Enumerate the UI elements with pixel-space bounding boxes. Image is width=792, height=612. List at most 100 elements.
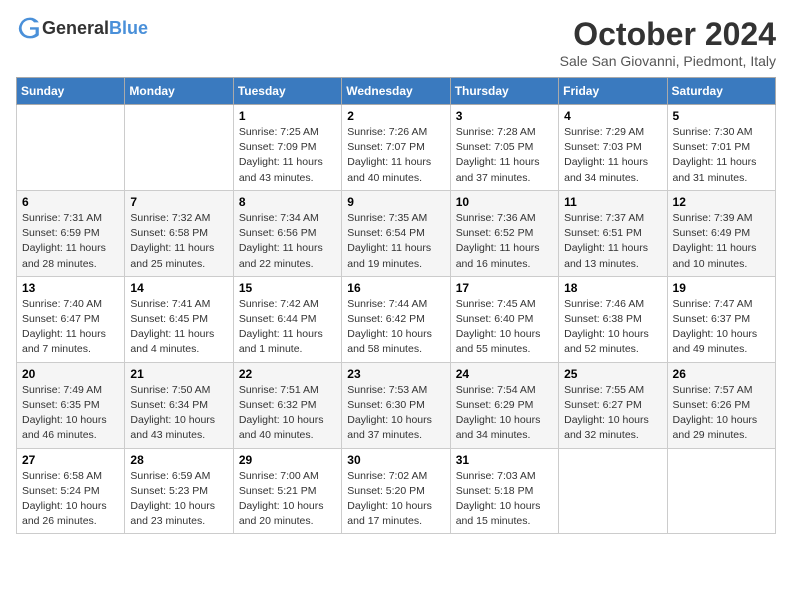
day-info: Sunrise: 7:32 AMSunset: 6:58 PMDaylight:… (130, 212, 214, 270)
weekday-header-row: SundayMondayTuesdayWednesdayThursdayFrid… (17, 78, 776, 105)
day-number: 5 (673, 109, 770, 123)
calendar-day-cell: 12 Sunrise: 7:39 AMSunset: 6:49 PMDaylig… (667, 190, 775, 276)
day-info: Sunrise: 7:54 AMSunset: 6:29 PMDaylight:… (456, 384, 541, 442)
page-header: GeneralBlue October 2024 Sale San Giovan… (16, 16, 776, 69)
calendar-day-cell: 30 Sunrise: 7:02 AMSunset: 5:20 PMDaylig… (342, 448, 450, 534)
day-info: Sunrise: 7:44 AMSunset: 6:42 PMDaylight:… (347, 298, 432, 356)
day-number: 3 (456, 109, 553, 123)
calendar-day-cell: 26 Sunrise: 7:57 AMSunset: 6:26 PMDaylig… (667, 362, 775, 448)
day-info: Sunrise: 7:25 AMSunset: 7:09 PMDaylight:… (239, 126, 323, 184)
day-number: 31 (456, 453, 553, 467)
logo-icon (18, 16, 42, 40)
day-number: 13 (22, 281, 119, 295)
calendar-week-row: 20 Sunrise: 7:49 AMSunset: 6:35 PMDaylig… (17, 362, 776, 448)
calendar-day-cell: 14 Sunrise: 7:41 AMSunset: 6:45 PMDaylig… (125, 276, 233, 362)
day-info: Sunrise: 7:57 AMSunset: 6:26 PMDaylight:… (673, 384, 758, 442)
calendar-day-cell: 7 Sunrise: 7:32 AMSunset: 6:58 PMDayligh… (125, 190, 233, 276)
calendar-day-cell: 11 Sunrise: 7:37 AMSunset: 6:51 PMDaylig… (559, 190, 667, 276)
calendar-day-cell: 25 Sunrise: 7:55 AMSunset: 6:27 PMDaylig… (559, 362, 667, 448)
day-info: Sunrise: 7:51 AMSunset: 6:32 PMDaylight:… (239, 384, 324, 442)
calendar-week-row: 27 Sunrise: 6:58 AMSunset: 5:24 PMDaylig… (17, 448, 776, 534)
calendar-day-cell: 21 Sunrise: 7:50 AMSunset: 6:34 PMDaylig… (125, 362, 233, 448)
day-number: 19 (673, 281, 770, 295)
weekday-header: Sunday (17, 78, 125, 105)
calendar-week-row: 13 Sunrise: 7:40 AMSunset: 6:47 PMDaylig… (17, 276, 776, 362)
day-info: Sunrise: 7:37 AMSunset: 6:51 PMDaylight:… (564, 212, 648, 270)
calendar-day-cell: 6 Sunrise: 7:31 AMSunset: 6:59 PMDayligh… (17, 190, 125, 276)
calendar-day-cell: 4 Sunrise: 7:29 AMSunset: 7:03 PMDayligh… (559, 105, 667, 191)
weekday-header: Thursday (450, 78, 558, 105)
calendar-day-cell: 24 Sunrise: 7:54 AMSunset: 6:29 PMDaylig… (450, 362, 558, 448)
day-number: 20 (22, 367, 119, 381)
day-info: Sunrise: 7:41 AMSunset: 6:45 PMDaylight:… (130, 298, 214, 356)
day-info: Sunrise: 7:49 AMSunset: 6:35 PMDaylight:… (22, 384, 107, 442)
day-number: 23 (347, 367, 444, 381)
day-info: Sunrise: 7:03 AMSunset: 5:18 PMDaylight:… (456, 470, 541, 528)
calendar-day-cell: 16 Sunrise: 7:44 AMSunset: 6:42 PMDaylig… (342, 276, 450, 362)
logo-blue-text: Blue (109, 18, 148, 38)
calendar-day-cell: 5 Sunrise: 7:30 AMSunset: 7:01 PMDayligh… (667, 105, 775, 191)
calendar-table: SundayMondayTuesdayWednesdayThursdayFrid… (16, 77, 776, 534)
weekday-header: Saturday (667, 78, 775, 105)
calendar-day-cell: 9 Sunrise: 7:35 AMSunset: 6:54 PMDayligh… (342, 190, 450, 276)
day-number: 11 (564, 195, 661, 209)
day-info: Sunrise: 7:55 AMSunset: 6:27 PMDaylight:… (564, 384, 649, 442)
calendar-day-cell: 17 Sunrise: 7:45 AMSunset: 6:40 PMDaylig… (450, 276, 558, 362)
day-number: 29 (239, 453, 336, 467)
day-info: Sunrise: 7:29 AMSunset: 7:03 PMDaylight:… (564, 126, 648, 184)
month-title: October 2024 (560, 16, 776, 53)
day-number: 30 (347, 453, 444, 467)
calendar-day-cell: 2 Sunrise: 7:26 AMSunset: 7:07 PMDayligh… (342, 105, 450, 191)
day-info: Sunrise: 7:50 AMSunset: 6:34 PMDaylight:… (130, 384, 215, 442)
calendar-week-row: 6 Sunrise: 7:31 AMSunset: 6:59 PMDayligh… (17, 190, 776, 276)
day-number: 18 (564, 281, 661, 295)
calendar-day-cell: 3 Sunrise: 7:28 AMSunset: 7:05 PMDayligh… (450, 105, 558, 191)
calendar-day-cell (17, 105, 125, 191)
calendar-day-cell (559, 448, 667, 534)
day-info: Sunrise: 7:45 AMSunset: 6:40 PMDaylight:… (456, 298, 541, 356)
day-number: 26 (673, 367, 770, 381)
day-number: 2 (347, 109, 444, 123)
day-info: Sunrise: 6:58 AMSunset: 5:24 PMDaylight:… (22, 470, 107, 528)
day-number: 25 (564, 367, 661, 381)
calendar-day-cell (125, 105, 233, 191)
calendar-day-cell: 20 Sunrise: 7:49 AMSunset: 6:35 PMDaylig… (17, 362, 125, 448)
day-number: 15 (239, 281, 336, 295)
calendar-day-cell: 1 Sunrise: 7:25 AMSunset: 7:09 PMDayligh… (233, 105, 341, 191)
weekday-header: Friday (559, 78, 667, 105)
day-number: 24 (456, 367, 553, 381)
day-info: Sunrise: 7:46 AMSunset: 6:38 PMDaylight:… (564, 298, 649, 356)
day-info: Sunrise: 7:31 AMSunset: 6:59 PMDaylight:… (22, 212, 106, 270)
day-number: 7 (130, 195, 227, 209)
day-number: 17 (456, 281, 553, 295)
day-number: 8 (239, 195, 336, 209)
calendar-day-cell: 18 Sunrise: 7:46 AMSunset: 6:38 PMDaylig… (559, 276, 667, 362)
day-number: 1 (239, 109, 336, 123)
logo-general-text: General (42, 18, 109, 38)
day-info: Sunrise: 7:40 AMSunset: 6:47 PMDaylight:… (22, 298, 106, 356)
day-info: Sunrise: 7:34 AMSunset: 6:56 PMDaylight:… (239, 212, 323, 270)
day-number: 4 (564, 109, 661, 123)
day-info: Sunrise: 7:36 AMSunset: 6:52 PMDaylight:… (456, 212, 540, 270)
day-info: Sunrise: 7:39 AMSunset: 6:49 PMDaylight:… (673, 212, 757, 270)
day-info: Sunrise: 7:30 AMSunset: 7:01 PMDaylight:… (673, 126, 757, 184)
weekday-header: Tuesday (233, 78, 341, 105)
calendar-day-cell: 22 Sunrise: 7:51 AMSunset: 6:32 PMDaylig… (233, 362, 341, 448)
day-info: Sunrise: 7:42 AMSunset: 6:44 PMDaylight:… (239, 298, 323, 356)
day-number: 27 (22, 453, 119, 467)
day-number: 22 (239, 367, 336, 381)
day-number: 21 (130, 367, 227, 381)
day-number: 16 (347, 281, 444, 295)
day-info: Sunrise: 7:47 AMSunset: 6:37 PMDaylight:… (673, 298, 758, 356)
calendar-day-cell: 10 Sunrise: 7:36 AMSunset: 6:52 PMDaylig… (450, 190, 558, 276)
calendar-day-cell: 27 Sunrise: 6:58 AMSunset: 5:24 PMDaylig… (17, 448, 125, 534)
day-info: Sunrise: 7:28 AMSunset: 7:05 PMDaylight:… (456, 126, 540, 184)
calendar-day-cell: 15 Sunrise: 7:42 AMSunset: 6:44 PMDaylig… (233, 276, 341, 362)
day-number: 10 (456, 195, 553, 209)
weekday-header: Wednesday (342, 78, 450, 105)
day-info: Sunrise: 7:00 AMSunset: 5:21 PMDaylight:… (239, 470, 324, 528)
calendar-day-cell: 23 Sunrise: 7:53 AMSunset: 6:30 PMDaylig… (342, 362, 450, 448)
day-info: Sunrise: 7:35 AMSunset: 6:54 PMDaylight:… (347, 212, 431, 270)
location-title: Sale San Giovanni, Piedmont, Italy (560, 53, 776, 69)
calendar-day-cell: 28 Sunrise: 6:59 AMSunset: 5:23 PMDaylig… (125, 448, 233, 534)
